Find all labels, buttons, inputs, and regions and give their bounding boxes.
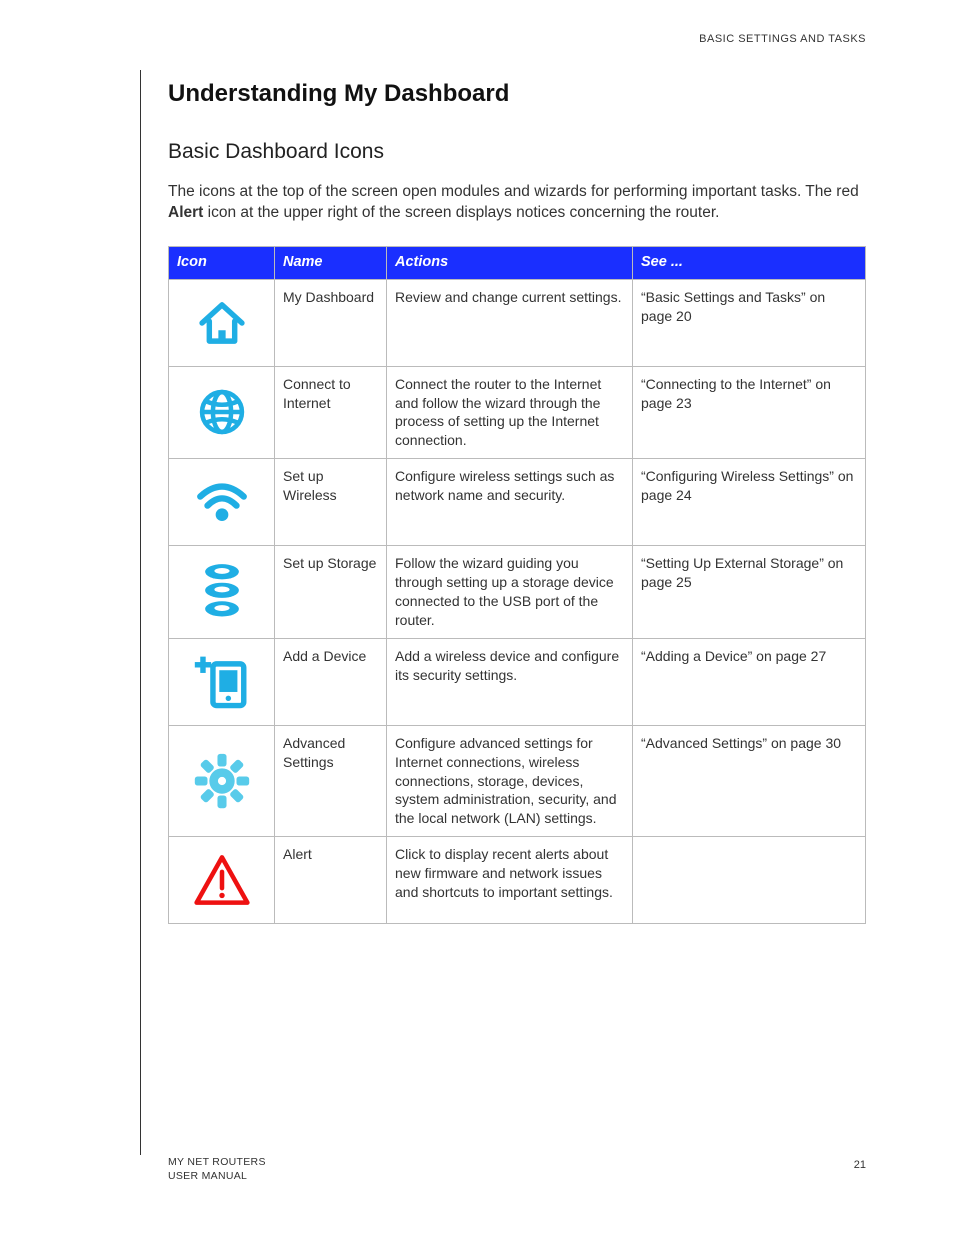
cell-name: My Dashboard (275, 279, 387, 366)
gear-icon (169, 725, 275, 836)
icon-table: Icon Name Actions See ... My (168, 246, 866, 924)
table-row: Connect to Internet Connect the router t… (169, 366, 866, 459)
section-title: Basic Dashboard Icons (168, 138, 866, 166)
alert-icon (169, 837, 275, 924)
page-number: 21 (854, 1158, 866, 1173)
cell-name: Set up Wireless (275, 459, 387, 546)
table-row: Alert Click to display recent alerts abo… (169, 837, 866, 924)
table-row: Add a Device Add a wireless device and c… (169, 638, 866, 725)
table-header-row: Icon Name Actions See ... (169, 247, 866, 280)
storage-disks-icon (169, 546, 275, 639)
globe-icon (169, 366, 275, 459)
table-row: Set up Wireless Configure wireless setti… (169, 459, 866, 546)
cell-actions: Review and change current settings. (387, 279, 633, 366)
footer-line-2: USER MANUAL (168, 1170, 247, 1182)
cell-actions: Configure wireless settings such as netw… (387, 459, 633, 546)
cell-name: Alert (275, 837, 387, 924)
intro-text-bold: Alert (168, 204, 203, 221)
cell-see: “Setting Up External Storage” on page 25 (633, 546, 866, 639)
cell-name: Advanced Settings (275, 725, 387, 836)
intro-paragraph: The icons at the top of the screen open … (168, 182, 866, 224)
table-row: My Dashboard Review and change current s… (169, 279, 866, 366)
cell-see: “Configuring Wireless Settings” on page … (633, 459, 866, 546)
add-device-icon (169, 638, 275, 725)
col-icon: Icon (169, 247, 275, 280)
intro-text-post: icon at the upper right of the screen di… (203, 204, 719, 221)
dashboard-home-icon (169, 279, 275, 366)
cell-actions: Connect the router to the Internet and f… (387, 366, 633, 459)
cell-name: Add a Device (275, 638, 387, 725)
cell-see: “Basic Settings and Tasks” on page 20 (633, 279, 866, 366)
col-see: See ... (633, 247, 866, 280)
footer-doc-title: MY NET ROUTERS USER MANUAL (168, 1155, 266, 1183)
header-section-label: BASIC SETTINGS AND TASKS (699, 32, 866, 47)
col-actions: Actions (387, 247, 633, 280)
cell-see (633, 837, 866, 924)
col-name: Name (275, 247, 387, 280)
footer-line-1: MY NET ROUTERS (168, 1156, 266, 1168)
cell-see: “Connecting to the Internet” on page 23 (633, 366, 866, 459)
cell-see: “Advanced Settings” on page 30 (633, 725, 866, 836)
page-title: Understanding My Dashboard (168, 78, 866, 110)
table-row: Advanced Settings Configure advanced set… (169, 725, 866, 836)
cell-actions: Configure advanced settings for Internet… (387, 725, 633, 836)
main-content: Understanding My Dashboard Basic Dashboa… (168, 78, 866, 924)
cell-actions: Add a wireless device and configure its … (387, 638, 633, 725)
cell-actions: Click to display recent alerts about new… (387, 837, 633, 924)
cell-see: “Adding a Device” on page 27 (633, 638, 866, 725)
margin-rule (140, 70, 141, 1155)
cell-name: Connect to Internet (275, 366, 387, 459)
table-row: Set up Storage Follow the wizard guiding… (169, 546, 866, 639)
intro-text-pre: The icons at the top of the screen open … (168, 183, 859, 200)
wifi-icon (169, 459, 275, 546)
cell-actions: Follow the wizard guiding you through se… (387, 546, 633, 639)
cell-name: Set up Storage (275, 546, 387, 639)
